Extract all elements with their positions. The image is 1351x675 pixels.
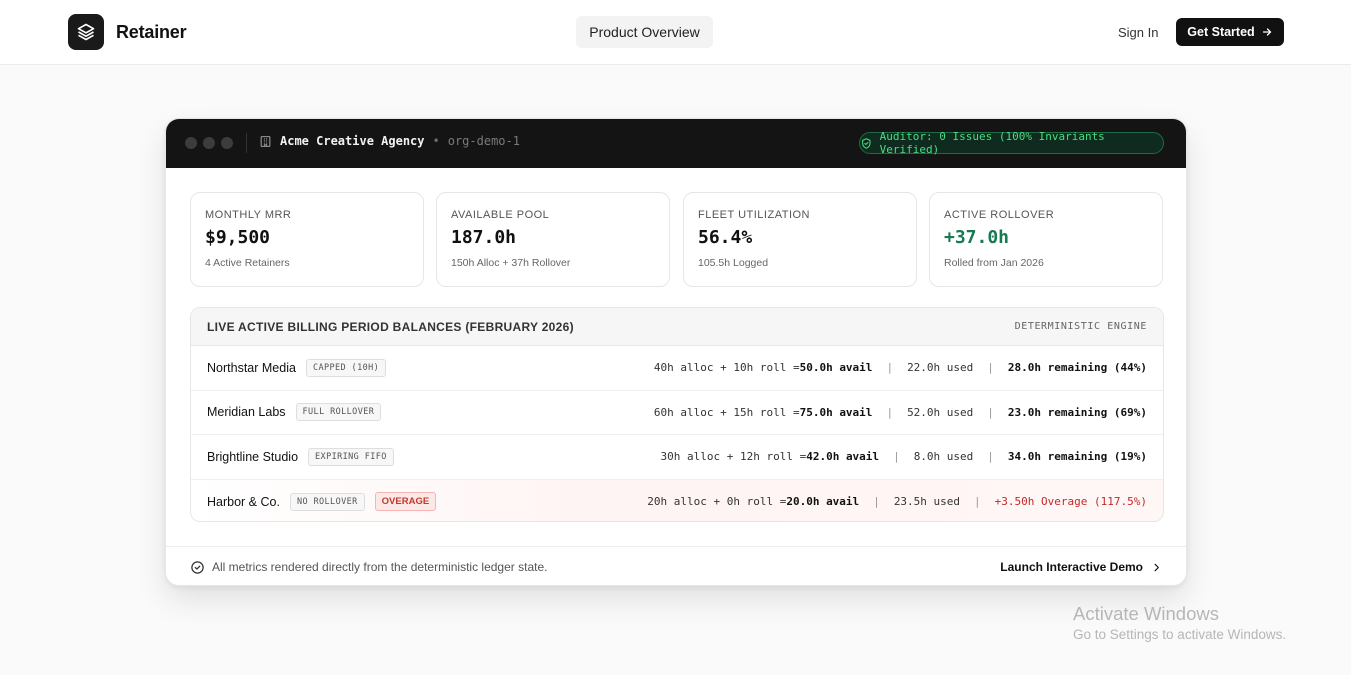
shield-check-icon [862,137,871,149]
check-circle-icon [191,560,204,574]
separator: | [873,495,880,509]
stat-subtext: 150h Alloc + 37h Rollover [451,257,571,269]
policy-tag: EXPIRING FIFO [308,447,394,466]
separator: | [893,450,900,464]
stat-card-fleet-utilization: FLEET UTILIZATION 56.4% 105.5h Logged [683,192,917,287]
org-separator: • [432,134,440,148]
policy-tag: CAPPED (10H) [305,358,387,377]
windows-activation-watermark: Activate Windows Go to Settings to activ… [1073,603,1286,642]
allocation-formula: 20h alloc + 0h roll = [647,495,787,509]
separator: | [974,495,981,509]
balance-figures: 30h alloc + 12h roll = 42.0h avail | 8.0… [661,450,1148,463]
overage-badge: OVERAGE [374,492,437,512]
arrow-right-icon [1262,28,1271,36]
remaining-hours: 28.0h remaining (44%) [1007,361,1147,375]
used-hours: 23.5h used [893,495,961,509]
product-overview-link[interactable]: Product Overview [576,16,713,48]
layers-icon [68,14,104,50]
policy-tag: NO ROLLOVER [289,492,365,511]
launch-demo-link[interactable]: Launch Interactive Demo [1000,560,1162,574]
ledger-note-text: All metrics rendered directly from the d… [212,560,548,574]
available-hours: 20.0h avail [786,495,860,509]
client-name: Meridian Labs [207,405,286,420]
auditor-status-badge: Auditor: 0 Issues (100% Invariants Verif… [859,130,1164,156]
get-started-label: Get Started [1187,25,1255,39]
org-label: Acme Creative Agency • org-demo-1 [259,134,520,148]
top-navigation-bar: Retainer Product Overview Sign In Get St… [0,0,1351,65]
dashboard-preview-card: Acme Creative Agency • org-demo-1 Audito… [165,118,1187,586]
chevron-right-icon [1154,563,1159,571]
separator: | [886,361,894,375]
launch-demo-label: Launch Interactive Demo [1000,560,1143,574]
get-started-button[interactable]: Get Started [1176,18,1284,46]
org-name: Acme Creative Agency [280,134,425,148]
client-name: Harbor & Co. [207,494,280,509]
sign-in-link[interactable]: Sign In [1118,25,1158,40]
available-hours: 75.0h avail [799,405,873,419]
window-dot-3 [221,137,233,149]
stat-subtext: 105.5h Logged [698,257,769,269]
balance-figures: 60h alloc + 15h roll = 75.0h avail | 52.… [654,406,1147,419]
balances-title: LIVE ACTIVE BILLING PERIOD BALANCES (FEB… [207,319,574,334]
allocation-formula: 60h alloc + 15h roll = [653,405,800,419]
remaining-hours: 34.0h remaining (19%) [1007,450,1147,464]
separator: | [987,450,994,464]
brand-name: Retainer [116,21,187,42]
separator: | [987,405,994,419]
window-dot-1 [185,137,197,149]
used-hours: 8.0h used [913,450,974,464]
ledger-note: All metrics rendered directly from the d… [190,560,547,575]
watermark-title: Activate Windows [1073,603,1219,624]
overage-amount: +3.50h Overage (117.5%) [994,495,1147,509]
client-name: Northstar Media [207,360,296,375]
separator: | [886,405,894,419]
brand[interactable]: Retainer [68,14,187,50]
stat-label: MONTHLY MRR [205,209,292,221]
stat-label: AVAILABLE POOL [451,209,550,221]
card-footer: All metrics rendered directly from the d… [166,546,1186,585]
building-icon [260,135,271,147]
stat-value: +37.0h [944,227,1010,248]
used-hours: 52.0h used [907,405,974,419]
stat-card-monthly-mrr: MONTHLY MRR $9,500 4 Active Retainers [190,192,424,287]
table-row: Brightline Studio EXPIRING FIFO 30h allo… [191,435,1163,480]
engine-label: DETERMINISTIC ENGINE [1014,321,1147,332]
used-hours: 22.0h used [907,361,974,375]
balances-header: LIVE ACTIVE BILLING PERIOD BALANCES (FEB… [191,308,1163,346]
stat-value: 187.0h [451,227,517,248]
titlebar-divider [246,133,247,153]
stat-value: $9,500 [205,227,271,248]
stat-subtext: Rolled from Jan 2026 [944,257,1044,269]
balance-figures: 20h alloc + 0h roll = 20.0h avail | 23.5… [647,495,1147,508]
window-titlebar: Acme Creative Agency • org-demo-1 Audito… [166,119,1186,168]
remaining-hours: 23.0h remaining (69%) [1007,405,1147,419]
table-row-overage: Harbor & Co. NO ROLLOVER OVERAGE 20h all… [191,479,1163,521]
allocation-formula: 40h alloc + 10h roll = [653,361,800,375]
stat-card-available-pool: AVAILABLE POOL 187.0h 150h Alloc + 37h R… [436,192,670,287]
table-row: Northstar Media CAPPED (10H) 40h alloc +… [191,346,1163,391]
allocation-formula: 30h alloc + 12h roll = [660,450,807,464]
stat-label: ACTIVE ROLLOVER [944,209,1055,221]
separator: | [987,361,994,375]
auditor-status-text: Auditor: 0 Issues (100% Invariants Verif… [879,130,1105,156]
available-hours: 42.0h avail [806,450,880,464]
client-name: Brightline Studio [207,449,299,464]
billing-balances-panel: LIVE ACTIVE BILLING PERIOD BALANCES (FEB… [190,307,1164,522]
stat-subtext: 4 Active Retainers [205,257,290,269]
stat-card-active-rollover: ACTIVE ROLLOVER +37.0h Rolled from Jan 2… [929,192,1163,287]
table-row: Meridian Labs FULL ROLLOVER 60h alloc + … [191,391,1163,435]
balance-figures: 40h alloc + 10h roll = 50.0h avail | 22.… [654,361,1147,374]
org-id: org-demo-1 [447,134,520,148]
policy-tag: FULL ROLLOVER [295,403,382,422]
available-hours: 50.0h avail [799,361,873,375]
stat-label: FLEET UTILIZATION [698,209,810,221]
stat-value: 56.4% [698,227,753,248]
watermark-subtitle: Go to Settings to activate Windows. [1073,627,1287,642]
window-dot-2 [203,137,215,149]
